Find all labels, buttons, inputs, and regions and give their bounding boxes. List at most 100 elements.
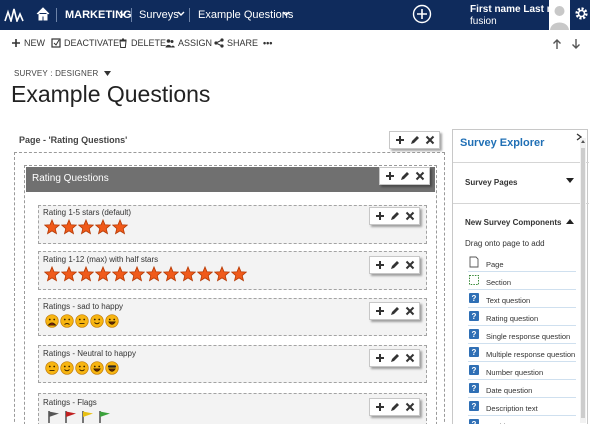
caret-up-icon[interactable] xyxy=(566,218,574,224)
panel-scrollbar[interactable] xyxy=(580,138,586,423)
star-icon xyxy=(163,266,179,282)
more-label: ••• xyxy=(263,38,273,48)
add-icon[interactable] xyxy=(375,211,385,221)
component-label: Description text xyxy=(486,404,538,413)
svg-text:?: ? xyxy=(472,312,477,321)
component-item[interactable]: Page xyxy=(468,255,576,272)
delete-x-icon[interactable] xyxy=(415,171,425,181)
edit-pencil-icon[interactable] xyxy=(410,135,420,145)
component-label: Multiple response question xyxy=(486,350,576,359)
new-components-label[interactable]: New Survey Components xyxy=(465,218,561,227)
question-icon: ? xyxy=(469,401,479,411)
add-icon[interactable] xyxy=(375,353,385,363)
rating-faces-row xyxy=(45,314,119,328)
chevron-down-icon[interactable] xyxy=(118,9,128,19)
star-icon xyxy=(44,219,60,235)
component-item[interactable]: ? Text question xyxy=(468,291,576,308)
component-item[interactable]: ? Rating question xyxy=(468,309,576,326)
nav-record-name[interactable]: Example Questions xyxy=(198,9,293,22)
rating-stars-row xyxy=(44,219,128,235)
deactivate-button[interactable]: DEACTIVATE xyxy=(51,38,119,48)
section-title: Rating Questions xyxy=(32,173,109,184)
breadcrumb[interactable]: SURVEY : DESIGNER xyxy=(14,69,112,78)
user-silhouette-icon xyxy=(550,6,569,30)
delete-x-icon[interactable] xyxy=(425,135,435,145)
add-icon[interactable] xyxy=(375,260,385,270)
breadcrumb-label: SURVEY : DESIGNER xyxy=(14,69,99,78)
add-icon[interactable] xyxy=(375,402,385,412)
component-item[interactable]: ?Ranking xyxy=(468,417,576,424)
star-icon xyxy=(146,266,162,282)
add-icon[interactable] xyxy=(375,306,385,316)
caret-down-icon[interactable] xyxy=(104,71,112,76)
add-icon[interactable] xyxy=(385,171,395,181)
component-label: Single response question xyxy=(486,332,571,341)
share-button[interactable]: SHARE xyxy=(214,38,258,48)
svg-text:?: ? xyxy=(472,384,477,393)
edit-pencil-icon[interactable] xyxy=(390,211,400,221)
nav-entity-surveys[interactable]: Surveys xyxy=(139,9,179,22)
question-toolbar xyxy=(369,256,420,274)
home-icon[interactable] xyxy=(35,6,51,22)
page-toolbar xyxy=(389,131,440,149)
survey-pages-label[interactable]: Survey Pages xyxy=(465,178,517,187)
question-toolbar xyxy=(369,349,420,367)
svg-text:?: ? xyxy=(472,366,477,375)
user-name[interactable]: First name Last n... xyxy=(470,4,561,15)
chevron-down-icon[interactable] xyxy=(281,9,291,19)
new-label: NEW xyxy=(24,38,45,48)
svg-text:?: ? xyxy=(472,330,477,339)
more-commands-button[interactable]: ••• xyxy=(263,38,272,48)
star-icon xyxy=(112,266,128,282)
question-icon: ? xyxy=(469,311,479,321)
dynamics-logo-icon[interactable] xyxy=(4,8,24,22)
star-icon xyxy=(95,266,111,282)
component-item[interactable]: ? Description text xyxy=(468,399,576,416)
arrow-up-icon[interactable] xyxy=(552,38,562,50)
star-icon xyxy=(214,266,230,282)
deactivate-icon xyxy=(51,38,61,48)
assign-label: ASSIGN xyxy=(178,38,213,48)
trash-icon xyxy=(119,38,127,48)
share-icon xyxy=(214,38,224,48)
component-label: Text question xyxy=(486,296,531,305)
delete-x-icon[interactable] xyxy=(405,402,415,412)
delete-x-icon[interactable] xyxy=(405,353,415,363)
question-label: Rating 1-5 stars (default) xyxy=(43,208,132,217)
share-label: SHARE xyxy=(227,38,259,48)
delete-button[interactable]: DELETE xyxy=(118,38,166,48)
component-item[interactable]: ? Multiple response question xyxy=(468,345,576,362)
component-item[interactable]: ? Single response question xyxy=(468,327,576,344)
component-item[interactable]: ? Date question xyxy=(468,381,576,398)
edit-pencil-icon[interactable] xyxy=(390,260,400,270)
edit-pencil-icon[interactable] xyxy=(400,171,410,181)
gear-icon[interactable] xyxy=(574,6,589,21)
flag-icon xyxy=(48,411,59,423)
caret-down-icon[interactable] xyxy=(566,178,574,184)
app-window: MARKETING Surveys Example Questions Firs… xyxy=(0,0,590,424)
grin-face-icon xyxy=(90,361,104,375)
arrow-down-icon[interactable] xyxy=(571,38,581,50)
assign-button[interactable]: ASSIGN xyxy=(165,38,212,48)
avatar[interactable] xyxy=(549,0,570,30)
flag-icon xyxy=(82,411,93,423)
delete-x-icon[interactable] xyxy=(405,306,415,316)
new-button[interactable]: NEW xyxy=(11,38,45,48)
smile-face-icon xyxy=(90,314,104,328)
component-item[interactable]: Section xyxy=(468,273,576,290)
svg-text:?: ? xyxy=(472,402,477,411)
designer-page-label: Page - 'Rating Questions' xyxy=(19,135,128,145)
create-new-plus-icon[interactable] xyxy=(412,4,432,24)
deactivate-label: DEACTIVATE xyxy=(64,38,120,48)
edit-pencil-icon[interactable] xyxy=(390,306,400,316)
component-item[interactable]: ? Number question xyxy=(468,363,576,380)
delete-x-icon[interactable] xyxy=(405,211,415,221)
chevron-down-icon[interactable] xyxy=(176,9,186,19)
delete-x-icon[interactable] xyxy=(405,260,415,270)
component-label: Page xyxy=(486,260,504,269)
question-label: Ratings - Neutral to happy xyxy=(43,349,136,358)
edit-pencil-icon[interactable] xyxy=(390,353,400,363)
add-icon[interactable] xyxy=(395,135,405,145)
edit-pencil-icon[interactable] xyxy=(390,402,400,412)
question-icon: ? xyxy=(469,419,479,424)
